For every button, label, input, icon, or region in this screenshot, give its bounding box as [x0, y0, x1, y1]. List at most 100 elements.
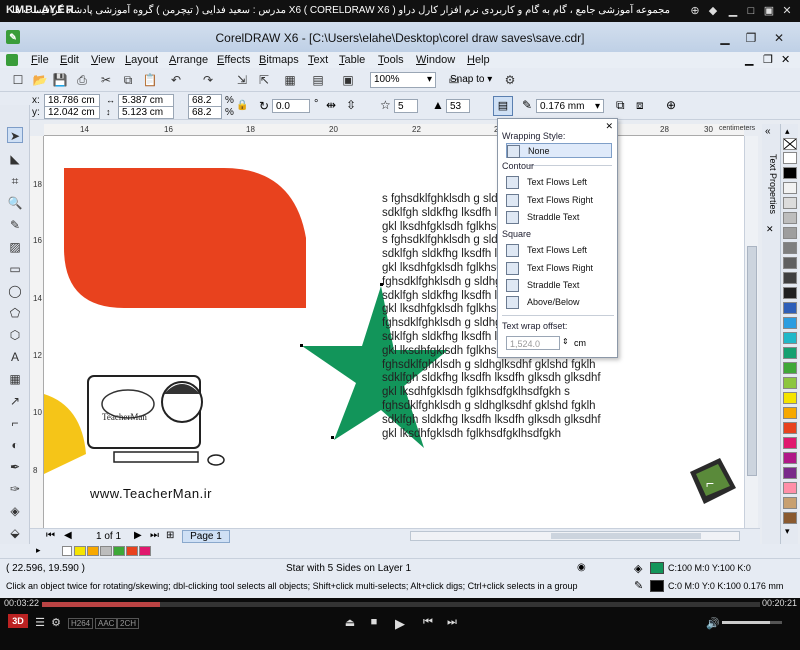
- player-restore-icon[interactable]: □: [744, 4, 758, 18]
- document-palette-swatch[interactable]: [100, 546, 112, 556]
- eject-icon[interactable]: ⏏: [342, 616, 358, 629]
- palette-swatch[interactable]: [783, 407, 797, 419]
- outline-color-swatch[interactable]: [650, 580, 664, 592]
- above-below-option[interactable]: Above/Below: [506, 295, 612, 310]
- palette-scroll-down-icon[interactable]: ▾: [785, 526, 790, 537]
- last-page-icon[interactable]: ⏭: [150, 530, 159, 541]
- cut-icon[interactable]: ✂: [98, 72, 114, 88]
- import-icon[interactable]: ⇲: [234, 72, 250, 88]
- yellow-shape[interactable]: [44, 394, 86, 474]
- square-text-flows-right[interactable]: Text Flows Right: [506, 261, 612, 276]
- palette-swatch[interactable]: [783, 362, 797, 374]
- outline-pen-tool-icon[interactable]: ✑: [7, 481, 23, 497]
- palette-swatch[interactable]: [783, 167, 797, 179]
- palette-swatch[interactable]: [783, 422, 797, 434]
- to-front-icon[interactable]: ⧉: [616, 98, 625, 113]
- contour-text-flows-right[interactable]: Text Flows Right: [506, 193, 612, 208]
- fill-tool-icon[interactable]: ◈: [7, 503, 23, 519]
- volume-slider[interactable]: [722, 621, 782, 624]
- palette-swatch[interactable]: [783, 182, 797, 194]
- color-proof-icon[interactable]: ◉: [577, 562, 586, 573]
- dimension-tool-icon[interactable]: ↗: [7, 393, 23, 409]
- rotation-angle-field[interactable]: 0.0: [272, 99, 310, 113]
- skin-icon[interactable]: ◆: [706, 4, 720, 18]
- table-tool-icon[interactable]: ▦: [7, 371, 23, 387]
- connector-tool-icon[interactable]: ⌐: [7, 415, 23, 431]
- palette-swatch[interactable]: [783, 332, 797, 344]
- palette-options-icon[interactable]: ▸: [36, 545, 41, 556]
- volume-icon[interactable]: 🔊: [706, 617, 720, 630]
- player-minimize-icon[interactable]: ▁: [726, 4, 740, 18]
- redo-icon[interactable]: ↷: [200, 72, 216, 88]
- menu-arrange[interactable]: Arrange: [169, 54, 208, 66]
- wrap-text-icon[interactable]: ▤: [493, 96, 513, 116]
- corel-connect-icon[interactable]: ▣: [340, 72, 356, 88]
- palette-swatch[interactable]: [783, 197, 797, 209]
- scrollbar-thumb[interactable]: [747, 246, 757, 476]
- menu-tools[interactable]: Tools: [378, 54, 404, 66]
- menu-text[interactable]: Text: [308, 54, 328, 66]
- smart-fill-tool-icon[interactable]: ▨: [7, 239, 23, 255]
- star-points-field[interactable]: 5: [394, 99, 418, 113]
- menu-layout[interactable]: Layout: [125, 54, 158, 66]
- minimize-icon[interactable]: ▁: [714, 30, 736, 46]
- doc-close-icon[interactable]: ✕: [781, 53, 790, 66]
- playlist-icon[interactable]: ☰: [32, 616, 48, 629]
- horizontal-scrollbar[interactable]: [410, 531, 740, 541]
- document-palette-swatch[interactable]: [113, 546, 125, 556]
- palette-swatch[interactable]: [783, 242, 797, 254]
- document-palette-swatch[interactable]: [126, 546, 138, 556]
- paste-icon[interactable]: 📋: [142, 72, 158, 88]
- document-palette-swatch[interactable]: [87, 546, 99, 556]
- no-color-swatch[interactable]: [62, 546, 72, 556]
- to-back-icon[interactable]: ⧈: [636, 98, 644, 113]
- snap-to-dropdown[interactable]: Snap to ▾: [450, 74, 492, 85]
- palette-swatch[interactable]: [783, 392, 797, 404]
- document-palette-swatch[interactable]: [139, 546, 151, 556]
- menu-view[interactable]: View: [91, 54, 115, 66]
- options-icon[interactable]: ⚙: [502, 72, 518, 88]
- palette-swatch[interactable]: [783, 437, 797, 449]
- text-tool-icon[interactable]: A: [7, 349, 23, 365]
- add-page-icon[interactable]: ⊞: [166, 530, 174, 541]
- welcome-screen-icon[interactable]: ▤: [310, 72, 326, 88]
- spinner-icon[interactable]: ⇕: [562, 337, 569, 346]
- first-page-icon[interactable]: ⏮: [46, 530, 55, 541]
- save-icon[interactable]: 💾: [52, 72, 68, 88]
- palette-swatch[interactable]: [783, 452, 797, 464]
- menu-window[interactable]: Window: [416, 54, 455, 66]
- mirror-horizontal-icon[interactable]: ⇹: [326, 98, 336, 112]
- palette-swatch[interactable]: [783, 287, 797, 299]
- blend-tool-icon[interactable]: ◐: [7, 437, 23, 453]
- print-icon[interactable]: ⎙: [74, 72, 90, 88]
- application-launcher-icon[interactable]: ▦: [282, 72, 298, 88]
- freehand-tool-icon[interactable]: ✎: [7, 217, 23, 233]
- scale-height-field[interactable]: 68.2: [188, 106, 222, 119]
- player-close-icon[interactable]: ✕: [780, 4, 794, 18]
- palette-swatch[interactable]: [783, 302, 797, 314]
- text-wrap-offset-field[interactable]: 1,524.0: [506, 336, 560, 350]
- height-field[interactable]: 5.123 cm: [118, 106, 174, 119]
- selection-handle[interactable]: [300, 344, 303, 347]
- palette-swatch[interactable]: [783, 272, 797, 284]
- contour-text-flows-left[interactable]: Text Flows Left: [506, 175, 612, 190]
- outline-width-field[interactable]: 0.176 mm ▾: [536, 99, 604, 113]
- settings-icon[interactable]: ⚙: [48, 616, 64, 629]
- lock-ratio-icon[interactable]: 🔒: [236, 100, 248, 111]
- shape-tool-icon[interactable]: ◣: [7, 151, 23, 167]
- polygon-tool-icon[interactable]: ⬠: [7, 305, 23, 321]
- contour-straddle-text[interactable]: Straddle Text: [506, 210, 612, 225]
- text-properties-tab[interactable]: Text Properties: [764, 154, 778, 234]
- selection-handle[interactable]: [331, 436, 334, 439]
- no-color-swatch[interactable]: [783, 138, 797, 150]
- docker-expand-icon[interactable]: «: [765, 126, 771, 137]
- red-rounded-rectangle[interactable]: [64, 168, 306, 308]
- menu-help[interactable]: Help: [467, 54, 490, 66]
- palette-swatch[interactable]: [783, 212, 797, 224]
- star-sharpness-field[interactable]: 53: [446, 99, 470, 113]
- undo-icon[interactable]: ↶: [168, 72, 184, 88]
- palette-swatch[interactable]: [783, 512, 797, 524]
- horizontal-scrollbar-thumb[interactable]: [551, 533, 701, 539]
- restore-icon[interactable]: ❐: [740, 30, 762, 46]
- drawing-canvas[interactable]: s fghsdklfghklsdh g sldhglksdhf gklshd f…: [44, 136, 744, 528]
